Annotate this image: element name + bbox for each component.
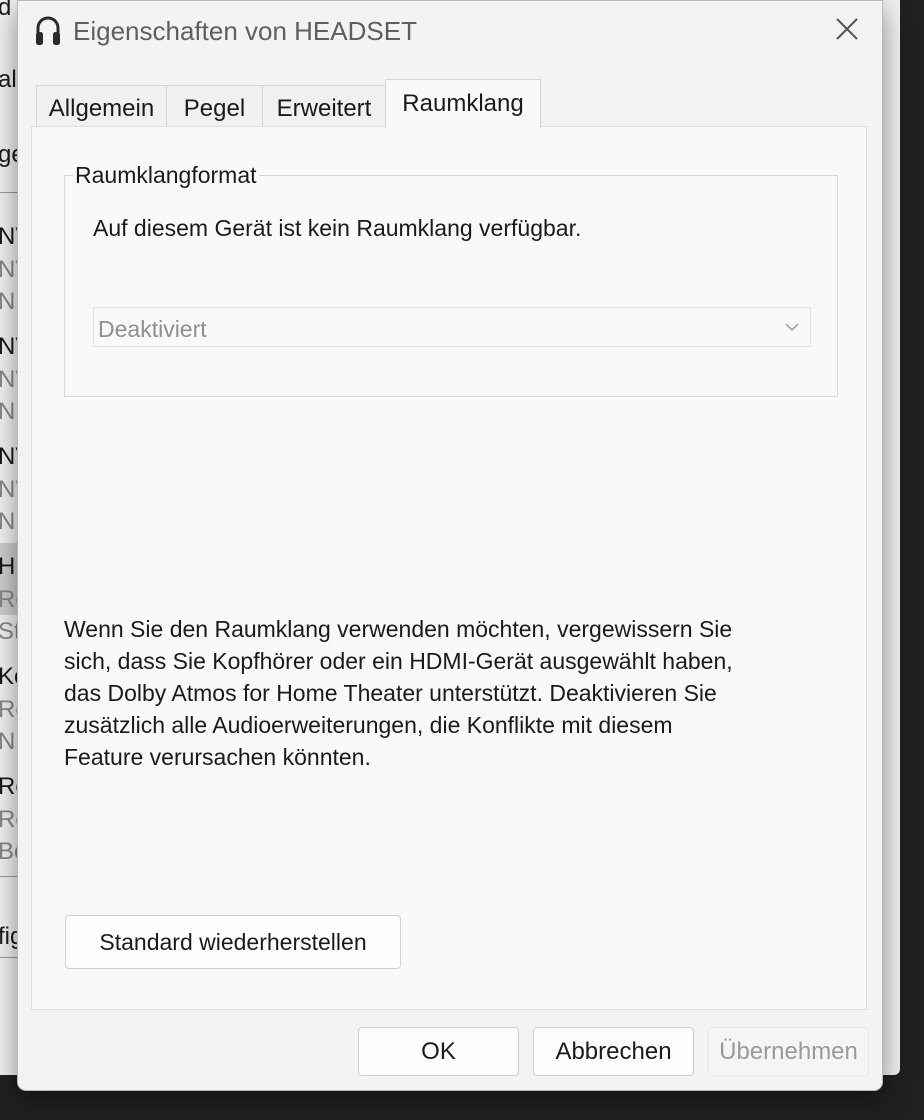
headphones-icon bbox=[34, 14, 62, 48]
background-divider bbox=[0, 192, 18, 193]
tab-raumklang[interactable]: Raumklang bbox=[385, 79, 541, 128]
spatial-format-select[interactable]: Deaktiviert bbox=[93, 307, 811, 347]
ok-button[interactable]: OK bbox=[358, 1027, 519, 1076]
properties-dialog: Eigenschaften von HEADSET Allgemein Pege… bbox=[17, 0, 883, 1091]
title-bar[interactable]: Eigenschaften von HEADSET bbox=[18, 1, 882, 63]
dialog-title: Eigenschaften von HEADSET bbox=[73, 16, 417, 46]
info-line: das Dolby Atmos for Home Theater unterst… bbox=[64, 680, 717, 706]
group-title: Raumklangformat bbox=[73, 162, 259, 189]
restore-defaults-button[interactable]: Standard wiederherstellen bbox=[65, 915, 401, 969]
cancel-button[interactable]: Abbrechen bbox=[533, 1027, 694, 1076]
apply-button[interactable]: Übernehmen bbox=[708, 1027, 869, 1076]
tab-erweitert[interactable]: Erweitert bbox=[262, 85, 386, 127]
info-line: sich, dass Sie Kopfhörer oder ein HDMI-G… bbox=[64, 648, 733, 674]
chevron-down-icon bbox=[784, 320, 800, 334]
tab-panel-raumklang: Raumklangformat Auf diesem Gerät ist kei… bbox=[31, 126, 867, 1010]
background-text: d bbox=[0, 0, 12, 21]
spatial-format-group: Raumklangformat Auf diesem Gerät ist kei… bbox=[64, 162, 838, 397]
background-divider bbox=[0, 876, 18, 877]
background-text: al bbox=[0, 66, 17, 93]
select-value: Deaktiviert bbox=[98, 316, 207, 342]
background-divider bbox=[0, 957, 18, 958]
tab-pegel[interactable]: Pegel bbox=[166, 85, 263, 127]
info-line: Wenn Sie den Raumklang verwenden möchten… bbox=[64, 616, 733, 642]
tab-allgemein[interactable]: Allgemein bbox=[36, 85, 167, 127]
close-icon bbox=[835, 17, 859, 46]
close-button[interactable] bbox=[820, 5, 874, 57]
unavailable-message: Auf diesem Gerät ist kein Raumklang verf… bbox=[93, 215, 582, 241]
info-text: Wenn Sie den Raumklang verwenden möchten… bbox=[64, 613, 784, 773]
info-line: zusätzlich alle Audioerweiterungen, die … bbox=[64, 712, 673, 738]
info-line: Feature verursachen könnten. bbox=[64, 744, 371, 770]
